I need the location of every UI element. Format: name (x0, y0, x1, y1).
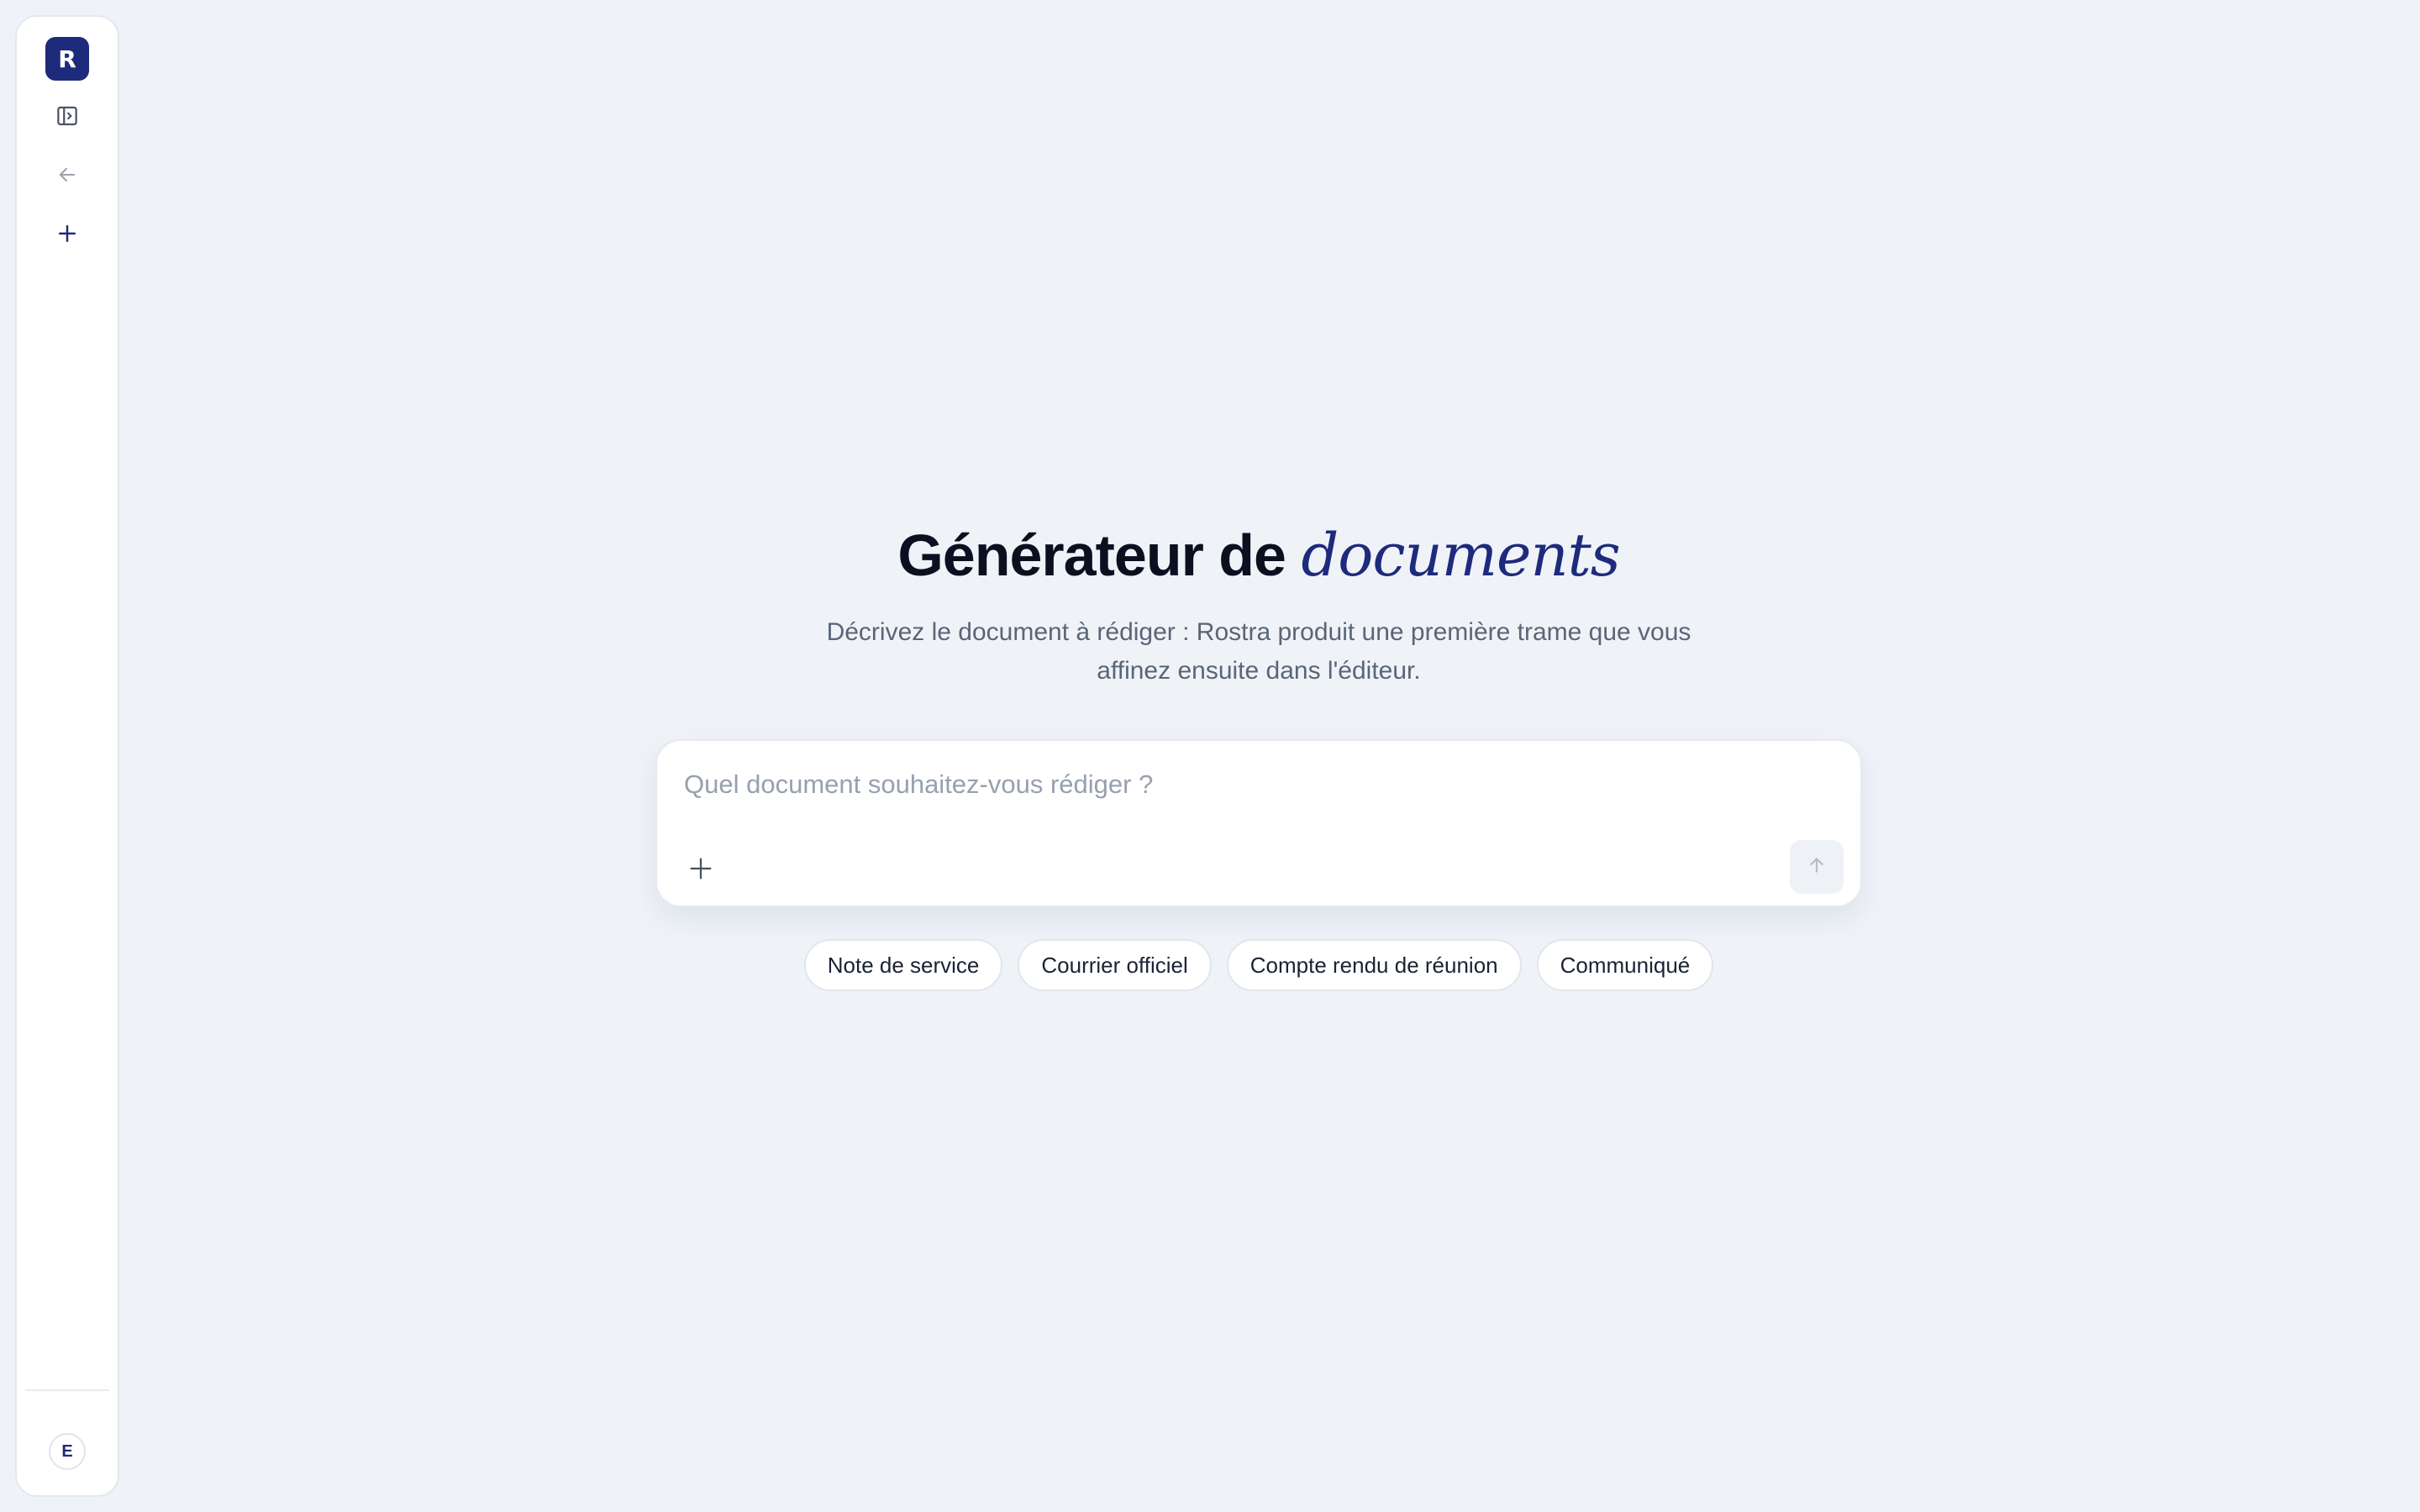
plus-icon (687, 854, 715, 887)
page-title: Générateur de documents (897, 521, 1620, 590)
plus-icon (55, 221, 80, 246)
avatar-initial: E (61, 1441, 73, 1461)
sidebar: R E (15, 15, 119, 1497)
prompt-input[interactable] (684, 766, 1827, 803)
main-content: Générateur de documents Décrivez le docu… (655, 521, 1862, 991)
new-document-button[interactable] (45, 212, 89, 255)
back-button[interactable] (45, 153, 89, 197)
page-title-accent: documents (1301, 521, 1620, 590)
suggestion-chip-courrier-officiel[interactable]: Courrier officiel (1018, 939, 1212, 991)
page-subtitle: Décrivez le document à rédiger : Rostra … (826, 618, 1691, 685)
suggestion-chips: Note de service Courrier officiel Compte… (803, 939, 1714, 991)
logo[interactable]: R (45, 37, 89, 81)
user-avatar[interactable]: E (49, 1433, 86, 1470)
suggestion-chip-note-de-service[interactable]: Note de service (803, 939, 1003, 991)
page-title-main: Générateur de (897, 522, 1302, 588)
logo-letter: R (58, 45, 76, 73)
sidebar-toggle-button[interactable] (45, 94, 89, 138)
send-button[interactable] (1790, 840, 1844, 894)
suggestion-chip-communique[interactable]: Communiqué (1536, 939, 1714, 991)
arrow-up-icon (1806, 854, 1828, 880)
arrow-left-icon (55, 163, 79, 186)
sidebar-divider (25, 1389, 109, 1391)
attach-button[interactable] (681, 850, 721, 890)
sidebar-toggle-icon (55, 103, 80, 129)
suggestion-chip-compte-rendu[interactable]: Compte rendu de réunion (1226, 939, 1522, 991)
prompt-composer (655, 739, 1862, 907)
